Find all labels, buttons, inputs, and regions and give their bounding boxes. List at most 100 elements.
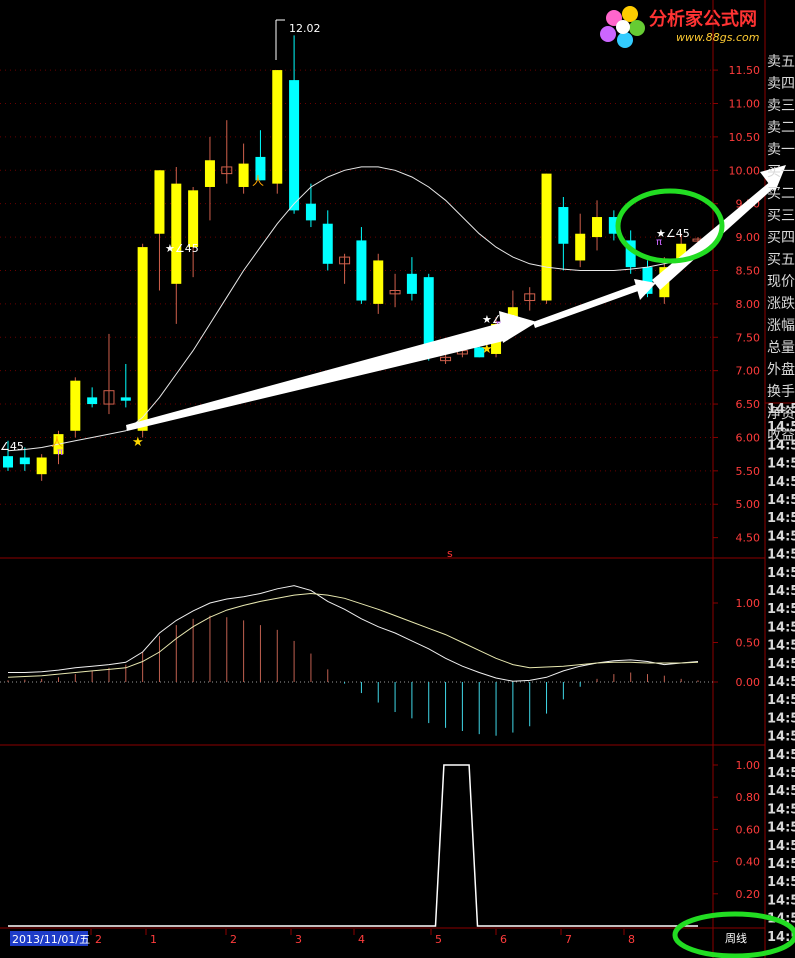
moving-average-line (7, 166, 699, 452)
candle[interactable] (289, 35, 300, 214)
time-row-label: 14:5 (767, 784, 795, 799)
quote-label: 涨跌 (767, 296, 795, 312)
candle[interactable] (137, 243, 148, 438)
macd-axis-label: 0.50 (736, 637, 761, 650)
candle-body (171, 183, 182, 284)
candle-body (19, 457, 30, 465)
candle-body (70, 380, 81, 431)
candle[interactable] (524, 287, 536, 311)
candle[interactable] (188, 186, 199, 278)
time-axis-label: 6 (500, 933, 507, 946)
candle[interactable] (558, 197, 569, 271)
quote-label: 卖二 (767, 120, 795, 136)
stock-chart-window: 11.5011.0010.5010.009.509.008.508.007.50… (0, 0, 795, 958)
macd-axis-label: 0.00 (736, 676, 761, 689)
price-axis-label: 8.00 (736, 298, 761, 311)
chart-frame (0, 0, 795, 958)
time-row-label: 14:5 (767, 620, 795, 635)
signal-axis-label: 0.20 (736, 888, 761, 901)
site-logo: 分析家公式网 www.88gs.com (600, 6, 759, 48)
time-row-label: 14:5 (767, 548, 795, 563)
quote-label: 总量 (767, 340, 795, 356)
candle[interactable] (204, 136, 215, 221)
candle[interactable] (120, 363, 131, 408)
time-column: 14:5 14:5 14:5 14:5 14:5 14:5 14:5 14:5 14:5 14:5… (767, 402, 795, 945)
candle[interactable] (272, 70, 283, 194)
quote-label: 买四 (767, 230, 795, 246)
person-signal-icon-2: 人 (252, 174, 264, 188)
highlight-circle-icon (615, 188, 725, 264)
price-axis-label: 11.00 (729, 97, 761, 110)
price-axis-label: 7.50 (736, 331, 761, 344)
candle-body (188, 190, 199, 248)
candle-body (289, 80, 300, 211)
time-row-label: 14:5 (767, 584, 795, 599)
quote-label: 外盘 (767, 361, 795, 378)
macd-panel[interactable]: 1.00 0.50 0.00 (0, 585, 761, 736)
candle-body (3, 456, 13, 468)
candle[interactable] (541, 173, 552, 304)
time-axis-label: 1 (150, 933, 157, 946)
time-axis: 2013/11/01/五 2 1 2 3 4 5 6 7 8 (10, 929, 635, 946)
signal-axis-label: 0.40 (736, 856, 761, 869)
candle[interactable] (592, 200, 603, 251)
candle[interactable] (103, 333, 115, 415)
time-axis-label: 7 (565, 933, 572, 946)
candle[interactable] (356, 227, 367, 304)
price-axis-label: 5.00 (736, 498, 761, 511)
candle-body (120, 397, 131, 401)
candle[interactable] (221, 120, 233, 184)
price-axis-label: 4.50 (736, 532, 761, 545)
time-row-label: 14:5 (767, 420, 795, 435)
price-axis-label: 11.50 (729, 64, 761, 77)
macd-axis-label: 1.00 (736, 597, 761, 610)
candle-body (36, 457, 47, 475)
candle-body (558, 207, 569, 244)
time-row-label: 14:5 (767, 730, 795, 745)
price-axis-label: 6.50 (736, 398, 761, 411)
candle-body (373, 260, 384, 304)
logo-url: www.88gs.com (676, 31, 759, 44)
candle[interactable] (238, 143, 249, 194)
time-row-label: 14:5 (767, 693, 795, 708)
time-row-label: 14:5 (767, 602, 795, 617)
trend-arrow-icon (126, 165, 786, 431)
time-row-label: 14:5 (767, 857, 795, 872)
candle[interactable] (154, 170, 165, 291)
time-row-label: 14:5 (767, 457, 795, 472)
time-row-label: 14:5 (767, 402, 795, 417)
candle[interactable] (322, 210, 333, 271)
date-cursor-label: 2013/11/01/五 (12, 933, 90, 946)
candle-body (541, 173, 552, 301)
quote-label: 买三 (767, 208, 795, 224)
price-axis-label: 5.50 (736, 465, 761, 478)
pi-signal-icon: π (57, 447, 63, 458)
candle[interactable] (389, 273, 401, 308)
candle-body (238, 163, 249, 187)
price-axis-label: 8.50 (736, 264, 761, 277)
candle-body (592, 217, 603, 238)
candle[interactable] (575, 213, 586, 268)
signal-panel[interactable]: 1.00 0.80 0.60 0.40 0.20 (8, 759, 761, 927)
candle[interactable] (339, 253, 351, 284)
candle[interactable] (36, 454, 47, 481)
time-row-label: 14:5 (767, 748, 795, 763)
period-button-label[interactable]: 周线 (725, 931, 747, 945)
candle[interactable] (70, 377, 81, 438)
candle-body (406, 273, 417, 294)
price-axis-label: 10.00 (729, 164, 761, 177)
price-axis-label: 6.00 (736, 431, 761, 444)
candle-body (272, 70, 283, 184)
quote-label: 涨幅 (767, 318, 795, 334)
quote-label: 卖五 (767, 54, 795, 70)
time-row-label: 14:5 (767, 839, 795, 854)
buy-star-icon: ★ (132, 435, 144, 450)
signal-axis-label: 1.00 (736, 759, 761, 772)
candle[interactable] (255, 130, 266, 181)
quote-label: 卖四 (767, 76, 795, 92)
quote-panel: 卖五卖四卖三卖二卖一买一买二买三买四买五现价涨跌涨幅总量外盘换手净资收益 (767, 54, 795, 444)
candle[interactable] (406, 257, 417, 301)
time-axis-label: 2 (230, 933, 237, 946)
time-row-label: 14:5 (767, 475, 795, 490)
candle[interactable] (373, 253, 384, 314)
